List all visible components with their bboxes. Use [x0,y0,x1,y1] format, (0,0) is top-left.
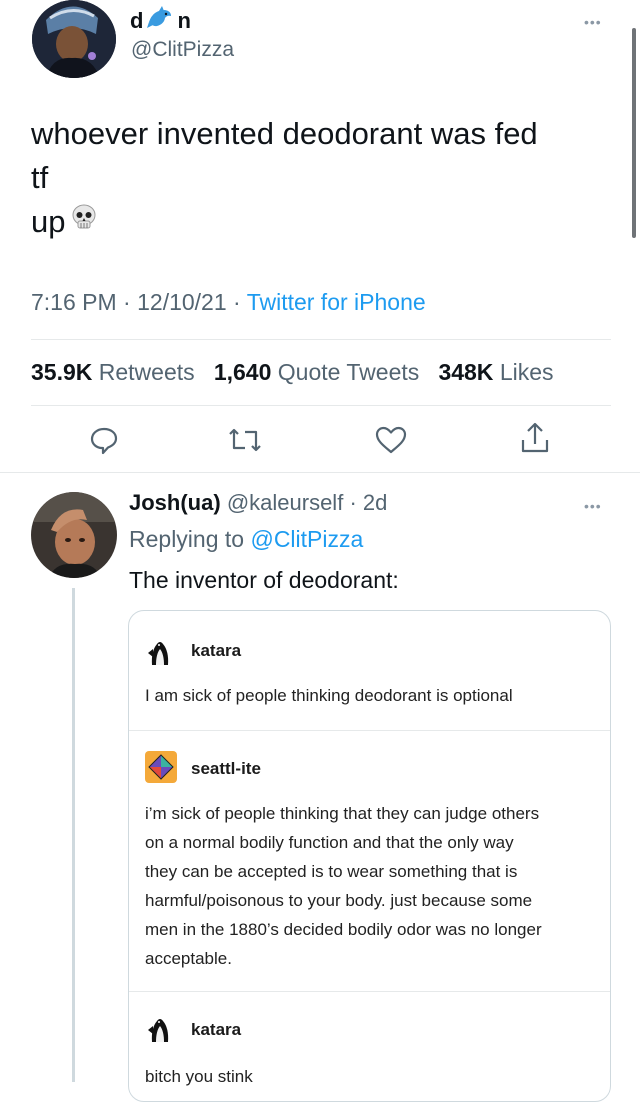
reply-age[interactable]: 2d [363,490,387,515]
dolphin-icon [147,6,173,36]
likes-count: 348K [438,359,494,385]
retweets-count: 35.9K [31,359,93,385]
embedded-post: seattl-ite i’m sick of people thinking t… [129,731,610,991]
skull-icon [69,200,99,244]
embedded-post-author: katara [191,641,242,660]
tweet-more-button[interactable]: ••• [584,14,602,30]
reply-author-name[interactable]: Josh(ua) [129,490,221,515]
tweet-date[interactable]: 12/10/21 [137,289,227,315]
tweet-stats: 35.9K Retweets 1,640 Quote Tweets 348K L… [31,359,554,386]
diamond-avatar-icon [145,751,177,783]
author-avatar[interactable] [32,0,116,78]
tweet-text-line: whoever invented deodorant was fed [31,116,538,151]
embedded-post-line: they can be accepted is to wear somethin… [145,862,518,881]
reply-author-avatar[interactable] [31,492,117,578]
embedded-post-line: on a normal bodily function and that the… [145,833,514,852]
retweets-label: Retweets [98,359,195,385]
tweet-text-line: tf [31,160,49,195]
reply-header: Josh(ua) @kaleurself · 2d [129,490,387,516]
display-name-suffix: n [177,8,191,33]
display-name-prefix: d [130,8,144,33]
embedded-post: katara I am sick of people thinking deod… [129,611,610,731]
penguin-avatar-icon [145,1014,175,1044]
tweet-source-link[interactable]: Twitter for iPhone [247,289,426,315]
quotes-count: 1,640 [213,359,272,385]
author-display-name[interactable]: d n [130,6,191,36]
share-icon[interactable] [518,420,552,461]
tweet-time[interactable]: 7:16 PM [31,289,117,315]
separator-dot: · [349,490,357,515]
embedded-post-text: i’m sick of people thinking that they ca… [145,799,610,973]
separator-dot: · [233,289,241,315]
reply-icon[interactable] [88,424,120,461]
embedded-image-card[interactable]: katara I am sick of people thinking deod… [128,610,611,1102]
replying-to: Replying to @ClitPizza [129,526,363,553]
embedded-post-author: seattl-ite [191,759,261,778]
embedded-post-line: men in the 1880’s decided bodily odor wa… [145,920,542,939]
embedded-post-author: katara [191,1020,242,1039]
divider [31,405,611,406]
penguin-avatar-icon [145,637,175,667]
heart-icon[interactable] [374,424,408,461]
embedded-post-line: harmful/poisonous to your body. just bec… [145,891,533,910]
thread-line [72,588,75,1082]
embedded-post-text: bitch you stink [145,1062,605,1091]
quotes-stat[interactable]: 1,640 Quote Tweets [214,359,426,385]
embedded-post: katara bitch you stink [129,992,610,1101]
author-avatar-image [32,0,116,78]
replying-to-handle[interactable]: @ClitPizza [250,526,363,552]
embedded-post-line: I am sick of people thinking deodorant i… [145,686,513,705]
embedded-post-line: i’m sick of people thinking that they ca… [145,804,540,823]
tweet-text-line: up [31,204,66,239]
replying-to-prefix: Replying to [129,526,245,552]
quotes-label: Quote Tweets [277,359,420,385]
likes-label: Likes [499,359,554,385]
separator-dot: · [123,289,131,315]
tweet-timestamp: 7:16 PM · 12/10/21 · Twitter for iPhone [31,289,426,316]
reply-avatar-image [31,492,117,578]
scrollbar-thumb[interactable] [632,28,636,238]
reply-text: The inventor of deodorant: [129,567,399,593]
retweet-icon[interactable] [227,424,263,461]
embedded-post-text: I am sick of people thinking deodorant i… [145,681,605,710]
reply-more-button[interactable]: ••• [584,498,602,514]
divider [31,339,611,340]
tweet-text: whoever invented deodorant was fed tf up [31,112,621,244]
author-handle[interactable]: @ClitPizza [131,38,234,62]
likes-stat[interactable]: 348K Likes [438,359,553,385]
retweets-stat[interactable]: 35.9K Retweets [31,359,201,385]
embedded-post-line: acceptable. [145,949,232,968]
reply-author-handle[interactable]: @kaleurself [227,490,344,515]
divider [0,472,640,473]
embedded-post-line: bitch you stink [145,1067,253,1086]
